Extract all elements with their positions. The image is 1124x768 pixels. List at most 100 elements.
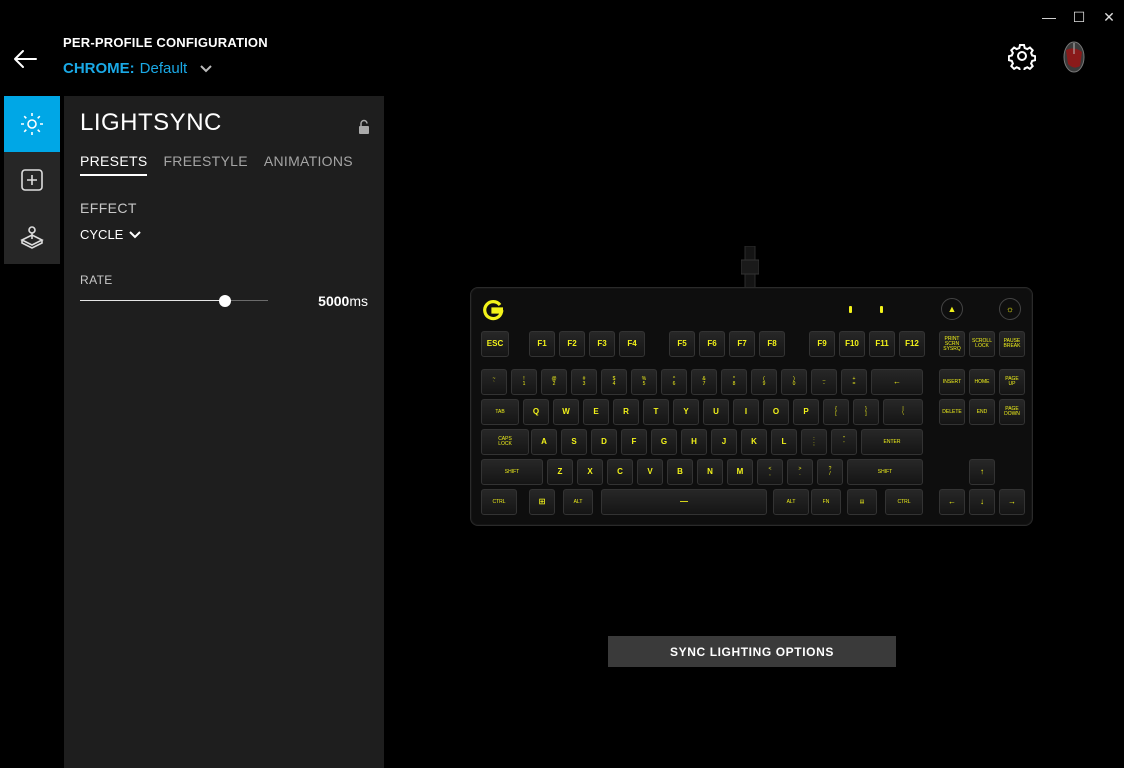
keyboard-key[interactable]: # 3 <box>571 369 597 395</box>
keyboard-key[interactable]: A <box>531 429 557 455</box>
keyboard-key[interactable]: TAB <box>481 399 519 425</box>
keyboard-key[interactable]: % 5 <box>631 369 657 395</box>
keyboard-key[interactable]: & 7 <box>691 369 717 395</box>
keyboard-key[interactable]: V <box>637 459 663 485</box>
keyboard-key[interactable]: F9 <box>809 331 835 357</box>
keyboard-key[interactable]: U <box>703 399 729 425</box>
keyboard-key[interactable]: F7 <box>729 331 755 357</box>
keyboard-key[interactable]: | \ <box>883 399 923 425</box>
keyboard-key[interactable]: : ; <box>801 429 827 455</box>
keyboard-key[interactable]: < , <box>757 459 783 485</box>
keyboard-key[interactable]: ↑ <box>969 459 995 485</box>
keyboard-key[interactable]: ~ ` <box>481 369 507 395</box>
keyboard-key[interactable]: C <box>607 459 633 485</box>
keyboard-key[interactable]: F10 <box>839 331 865 357</box>
keyboard-key[interactable]: B <box>667 459 693 485</box>
back-arrow-icon[interactable] <box>12 46 38 72</box>
keyboard-key[interactable]: ENTER <box>861 429 923 455</box>
keyboard-key[interactable]: ^ 6 <box>661 369 687 395</box>
tab-animations[interactable]: ANIMATIONS <box>264 153 353 176</box>
keyboard-key[interactable]: HOME <box>969 369 995 395</box>
keyboard-key[interactable]: END <box>969 399 995 425</box>
keyboard-key[interactable]: ← <box>871 369 923 395</box>
keyboard-key[interactable]: PRINT SCRN SYSRQ <box>939 331 965 357</box>
keyboard-key[interactable]: ? / <box>817 459 843 485</box>
game-mode-button[interactable]: ▲ <box>941 298 963 320</box>
keyboard-key[interactable]: I <box>733 399 759 425</box>
keyboard-key[interactable]: F <box>621 429 647 455</box>
keyboard-key[interactable]: F2 <box>559 331 585 357</box>
keyboard-key[interactable]: F1 <box>529 331 555 357</box>
keyboard-key[interactable]: O <box>763 399 789 425</box>
keyboard-key[interactable]: F4 <box>619 331 645 357</box>
sync-lighting-options-button[interactable]: SYNC LIGHTING OPTIONS <box>608 636 896 667</box>
maximize-button[interactable]: ☐ <box>1064 4 1094 30</box>
keyboard-key[interactable]: ⊞ <box>529 489 555 515</box>
gear-icon[interactable] <box>1008 42 1036 70</box>
keyboard-key[interactable]: F11 <box>869 331 895 357</box>
keyboard-key[interactable]: R <box>613 399 639 425</box>
keyboard-key[interactable]: > . <box>787 459 813 485</box>
keyboard-key[interactable]: — <box>601 489 767 515</box>
keyboard-key[interactable]: N <box>697 459 723 485</box>
keyboard-key[interactable]: F12 <box>899 331 925 357</box>
keyboard-key[interactable]: F5 <box>669 331 695 357</box>
keyboard-key[interactable]: ALT <box>773 489 809 515</box>
effect-dropdown[interactable]: CYCLE <box>80 227 142 242</box>
keyboard-key[interactable]: SCROLL LOCK <box>969 331 995 357</box>
keyboard-key[interactable]: * 8 <box>721 369 747 395</box>
keyboard-key[interactable]: E <box>583 399 609 425</box>
keyboard-key[interactable]: S <box>561 429 587 455</box>
unlock-icon[interactable] <box>357 119 371 135</box>
keyboard-key[interactable]: F8 <box>759 331 785 357</box>
keyboard-key[interactable]: $ 4 <box>601 369 627 395</box>
tab-freestyle[interactable]: FREESTYLE <box>163 153 247 176</box>
keyboard-key[interactable]: L <box>771 429 797 455</box>
keyboard-key[interactable]: CTRL <box>481 489 517 515</box>
keyboard-key[interactable]: " ' <box>831 429 857 455</box>
keyboard-key[interactable]: + = <box>841 369 867 395</box>
keyboard-key[interactable]: ESC <box>481 331 509 357</box>
keyboard-key[interactable]: PAGE DOWN <box>999 399 1025 425</box>
rail-item-assignments[interactable] <box>4 152 60 208</box>
keyboard-key[interactable]: FN <box>811 489 841 515</box>
mouse-device-icon[interactable] <box>1058 40 1090 74</box>
keyboard-key[interactable]: { [ <box>823 399 849 425</box>
keyboard-key[interactable]: @ 2 <box>541 369 567 395</box>
keyboard-key[interactable]: P <box>793 399 819 425</box>
minimize-button[interactable]: — <box>1034 4 1064 30</box>
keyboard-key[interactable]: F6 <box>699 331 725 357</box>
keyboard-key[interactable]: PAGE UP <box>999 369 1025 395</box>
keyboard-key[interactable]: W <box>553 399 579 425</box>
keyboard-key[interactable]: DELETE <box>939 399 965 425</box>
keyboard-key[interactable]: K <box>741 429 767 455</box>
keyboard-key[interactable]: H <box>681 429 707 455</box>
rate-slider[interactable] <box>80 294 268 308</box>
keyboard-key[interactable]: F3 <box>589 331 615 357</box>
keyboard-key[interactable]: INSERT <box>939 369 965 395</box>
keyboard-key[interactable]: _ - <box>811 369 837 395</box>
keyboard-key[interactable]: Y <box>673 399 699 425</box>
keyboard-key[interactable]: CTRL <box>885 489 923 515</box>
keyboard-key[interactable]: ← <box>939 489 965 515</box>
profile-selector[interactable]: CHROME: Default <box>63 60 212 77</box>
keyboard-key[interactable]: ↓ <box>969 489 995 515</box>
keyboard-key[interactable]: SHIFT <box>847 459 923 485</box>
brightness-button[interactable]: ☼ <box>999 298 1021 320</box>
keyboard-key[interactable]: J <box>711 429 737 455</box>
slider-thumb[interactable] <box>218 295 231 307</box>
keyboard-key[interactable]: CAPS LOCK <box>481 429 529 455</box>
keyboard-key[interactable]: G <box>651 429 677 455</box>
keyboard-key[interactable]: ALT <box>563 489 593 515</box>
keyboard-key[interactable]: D <box>591 429 617 455</box>
keyboard-key[interactable]: T <box>643 399 669 425</box>
close-button[interactable]: ✕ <box>1094 4 1124 30</box>
tab-presets[interactable]: PRESETS <box>80 153 148 176</box>
keyboard-key[interactable]: SHIFT <box>481 459 543 485</box>
keyboard-key[interactable]: ( 9 <box>751 369 777 395</box>
rail-item-lightsync[interactable] <box>4 96 60 152</box>
keyboard-key[interactable]: ) 0 <box>781 369 807 395</box>
keyboard-key[interactable]: PAUSE BREAK <box>999 331 1025 357</box>
keyboard-key[interactable]: X <box>577 459 603 485</box>
keyboard-key[interactable]: Z <box>547 459 573 485</box>
